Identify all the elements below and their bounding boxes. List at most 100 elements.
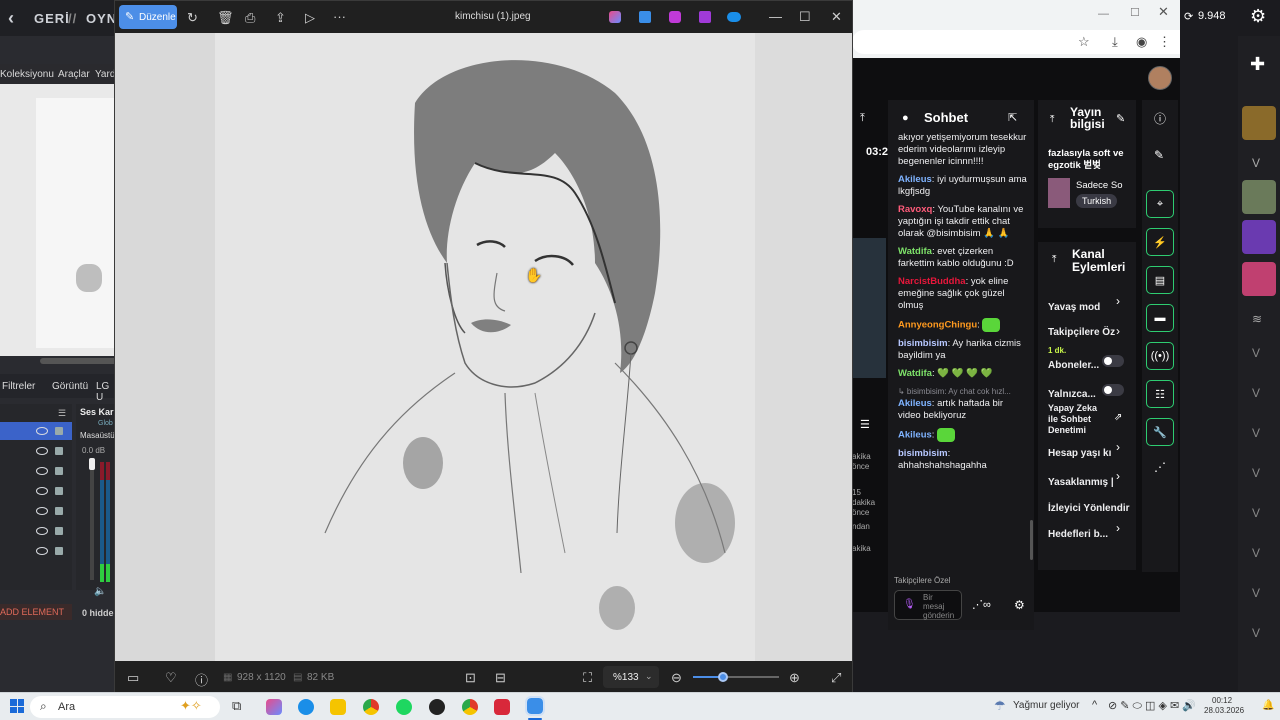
volume-slider[interactable] xyxy=(89,458,95,470)
info-icon[interactable]: ⓘ xyxy=(1154,110,1166,127)
spotify-app-icon[interactable] xyxy=(396,699,412,715)
pin-icon[interactable]: ⤒ xyxy=(1052,254,1056,265)
designer-icon[interactable] xyxy=(699,11,711,23)
logo-icon[interactable]: V xyxy=(1252,386,1260,400)
lock-icon[interactable] xyxy=(55,487,63,495)
heart-icon[interactable]: ♡ xyxy=(165,670,177,686)
gear-icon[interactable]: ⚙ xyxy=(1014,598,1025,612)
lock-icon[interactable] xyxy=(55,467,63,475)
chat-scrollbar[interactable] xyxy=(1030,520,1033,560)
task-view-icon[interactable]: ⧉ xyxy=(232,698,241,714)
logo-icon[interactable]: V xyxy=(1252,156,1260,170)
maximize-icon[interactable]: ☐ xyxy=(1130,6,1140,19)
lock-icon[interactable] xyxy=(55,507,63,515)
clock-time[interactable]: 00:12 xyxy=(1212,696,1232,705)
edit-icon[interactable]: ✎ xyxy=(1154,148,1164,162)
logo-icon[interactable]: V xyxy=(1252,506,1260,520)
zoom-in-icon[interactable]: ⊕ xyxy=(789,670,800,686)
tray-icons[interactable]: ⊘ ✎ ⬭ ◫ ◈ ✉ 🔊 xyxy=(1108,699,1196,713)
pin-icon[interactable]: ⤒ xyxy=(860,112,865,125)
logo-icon[interactable]: ≋ xyxy=(1252,312,1262,326)
popout-icon[interactable]: ⇱ xyxy=(1008,111,1017,124)
zoom-out-icon[interactable]: ⊖ xyxy=(671,670,682,686)
logo-icon[interactable]: V xyxy=(1252,346,1260,360)
tab-view[interactable]: Görüntü xyxy=(52,381,88,392)
chevron-right-icon[interactable]: › xyxy=(1116,440,1120,454)
pin-icon[interactable]: ⤒ xyxy=(1050,114,1054,125)
avatar[interactable] xyxy=(1242,220,1276,254)
chat-username[interactable]: AnnyeongChingu xyxy=(898,320,977,331)
address-bar[interactable] xyxy=(852,30,1180,54)
action-subscribers[interactable]: Aboneler... xyxy=(1048,355,1099,373)
maximize-icon[interactable]: ☐ xyxy=(799,9,811,25)
clock-date[interactable]: 28.03.2026 xyxy=(1204,706,1244,715)
quick-action-button[interactable]: ⚡ xyxy=(1146,228,1174,256)
eye-icon[interactable] xyxy=(36,547,48,555)
category-name[interactable]: Sadece So xyxy=(1076,180,1122,191)
external-link-icon[interactable]: ⇗ xyxy=(1114,412,1122,423)
copilot-app-icon[interactable] xyxy=(266,699,282,715)
lock-icon[interactable] xyxy=(55,547,63,555)
chat-username[interactable]: Akileus xyxy=(898,174,932,185)
speaker-icon[interactable]: 🔈 xyxy=(94,586,106,597)
chat-username[interactable]: NarcistBuddha xyxy=(898,276,966,287)
tab-filters[interactable]: Filtreler xyxy=(2,381,35,392)
chat-username[interactable]: Akileus xyxy=(898,398,932,409)
avatar[interactable] xyxy=(1242,180,1276,214)
edge-app-icon[interactable] xyxy=(298,699,314,715)
quick-action-button[interactable]: ((•)) xyxy=(1146,342,1174,370)
reply-context[interactable]: ↳ bisimbisim: Ay chat cok hızl... xyxy=(898,386,1028,398)
photo-canvas[interactable]: ✋ xyxy=(115,33,852,661)
tag-badge[interactable]: Turkish xyxy=(1076,194,1118,208)
avatar[interactable] xyxy=(1242,262,1276,296)
actual-size-icon[interactable]: ⛶ xyxy=(583,670,592,686)
avatar[interactable] xyxy=(1148,66,1172,90)
logo-icon[interactable]: V xyxy=(1252,426,1260,440)
eye-icon[interactable] xyxy=(36,467,48,475)
logo-icon[interactable]: V xyxy=(1252,586,1260,600)
chat-username[interactable]: Watdifa xyxy=(898,368,932,379)
lock-icon[interactable] xyxy=(55,427,63,435)
more-icon[interactable]: ⋮ xyxy=(1158,34,1171,50)
lock-icon[interactable] xyxy=(55,527,63,535)
action-account-age[interactable]: Hesap yaşı kı xyxy=(1048,443,1111,461)
edit-icon[interactable]: ✎ xyxy=(1116,112,1125,125)
logo-icon[interactable]: V xyxy=(1252,626,1260,640)
menu-item-collection[interactable]: Koleksiyonu xyxy=(0,69,54,80)
logo-icon[interactable]: V xyxy=(1252,466,1260,480)
chat-username[interactable]: Akileus xyxy=(898,430,932,441)
rotate-icon[interactable]: ↻ xyxy=(187,10,198,26)
back-icon[interactable]: ‹ xyxy=(8,8,15,29)
add-friend-icon[interactable]: ✚ xyxy=(1250,54,1265,75)
photos-app-icon[interactable] xyxy=(525,696,545,716)
eye-icon[interactable] xyxy=(36,427,48,435)
chat-username[interactable]: Watdifa xyxy=(898,246,932,257)
action-emote-only[interactable]: Yalnızca... xyxy=(1048,384,1096,402)
app-icon[interactable] xyxy=(494,699,510,715)
notifications-icon[interactable]: 🔔 xyxy=(1262,700,1274,711)
eye-icon[interactable] xyxy=(36,527,48,535)
points-icon[interactable]: ⋰∞ xyxy=(972,598,991,611)
clipchamp-icon[interactable] xyxy=(669,11,681,23)
quick-action-button[interactable]: ▤ xyxy=(1146,266,1174,294)
chevron-right-icon[interactable]: › xyxy=(1116,324,1120,338)
download-icon[interactable]: ⤓ xyxy=(1112,34,1118,50)
zoom-select[interactable]: %133 ⌄ xyxy=(603,666,659,688)
minimize-icon[interactable]: — xyxy=(1098,8,1109,20)
edit-button[interactable]: ✎ Düzenle xyxy=(119,5,177,29)
more-actions-icon[interactable]: ⋰ xyxy=(1154,460,1166,474)
zoom-slider-thumb[interactable] xyxy=(718,672,729,682)
photo-editor-icon[interactable] xyxy=(639,11,651,23)
chevron-right-icon[interactable]: › xyxy=(1116,469,1120,483)
quick-action-button[interactable]: ▬ xyxy=(1146,304,1174,332)
action-slow-mode[interactable]: Yavaş mod xyxy=(1048,297,1100,315)
chat-input[interactable]: 🎙 Bir mesaj gönderin xyxy=(894,590,962,620)
action-raid[interactable]: İzleyici Yönlendir xyxy=(1048,498,1130,516)
zoom-slider[interactable] xyxy=(693,672,779,682)
fit-icon[interactable]: ⊡ xyxy=(465,670,476,686)
eye-icon[interactable] xyxy=(36,447,48,455)
preview-scrollbar[interactable] xyxy=(40,358,118,364)
more-icon[interactable]: ··· xyxy=(333,9,346,24)
taskbar-search[interactable]: ⌕ Ara ✦✧ xyxy=(30,696,220,718)
file-explorer-icon[interactable] xyxy=(330,699,346,715)
